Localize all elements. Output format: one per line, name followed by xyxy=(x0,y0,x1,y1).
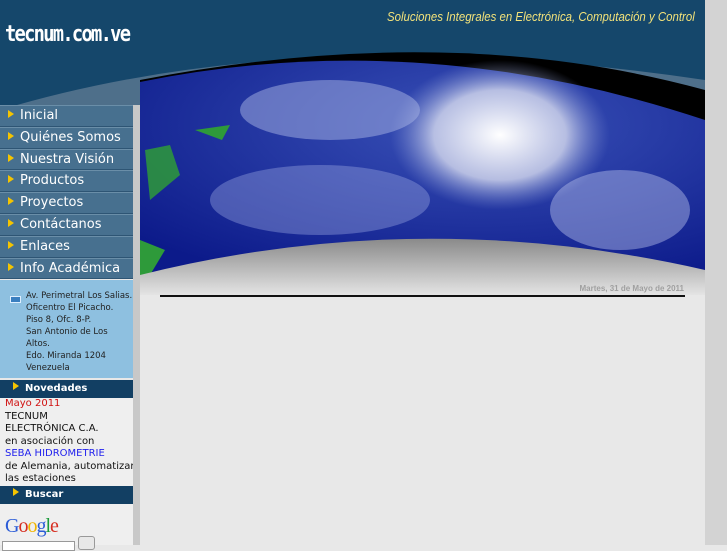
buscar-header: Buscar xyxy=(0,486,133,504)
arrow-right-icon xyxy=(13,382,19,390)
search-input[interactable] xyxy=(2,541,75,551)
address-line: Edo. Miranda 1204 xyxy=(26,351,106,361)
menu-item-quienes-somos[interactable]: Quiénes Somos xyxy=(0,126,133,149)
menu-item-contactanos[interactable]: Contáctanos xyxy=(0,213,133,236)
address-line: Oficentro El Picacho. xyxy=(26,303,114,313)
google-logo: Google xyxy=(5,515,59,537)
news-line: de Alemania, automatizan xyxy=(5,460,133,472)
news-line: ELECTRÓNICA C.A. xyxy=(5,423,99,434)
arrow-right-icon xyxy=(8,131,14,140)
menu-label: Contáctanos xyxy=(20,216,102,232)
arrow-right-icon xyxy=(13,488,19,496)
novedades-title: Novedades xyxy=(25,383,88,394)
novedades-header: Novedades xyxy=(0,380,133,398)
menu-item-inicial[interactable]: Inicial xyxy=(0,105,133,127)
news-line: en asociación con xyxy=(5,435,95,447)
news-line: las estaciones xyxy=(5,473,76,484)
news-date: Mayo 2011 xyxy=(5,398,61,409)
current-date: Martes, 31 de Mayo de 2011 xyxy=(579,284,685,293)
arrow-right-icon xyxy=(8,110,14,118)
news-ticker: Mayo 2011 TECNUM ELECTRÓNICA C.A. en aso… xyxy=(0,398,133,486)
news-line: TECNUM xyxy=(5,410,48,422)
search-box: Google xyxy=(0,504,133,551)
search-button[interactable] xyxy=(78,536,95,550)
news-link[interactable]: SEBA HIDROMETRIE xyxy=(5,448,128,461)
menu-label: Proyectos xyxy=(20,195,84,211)
menu-label: Enlaces xyxy=(20,238,70,254)
address-line: San Antonio de Los Altos. xyxy=(26,327,108,349)
arrow-right-icon xyxy=(8,218,14,227)
mail-icon[interactable] xyxy=(10,296,21,303)
address-box: Av. Perimetral Los Salias. Oficentro El … xyxy=(0,280,133,378)
menu-item-enlaces[interactable]: Enlaces xyxy=(0,235,133,258)
arrow-right-icon xyxy=(8,240,14,249)
menu-label: Productos xyxy=(20,173,85,189)
main-menu: Inicial Quiénes Somos Nuestra Visión Pro… xyxy=(0,105,133,280)
menu-item-nuestra-vision[interactable]: Nuestra Visión xyxy=(0,148,133,171)
menu-item-info-academica[interactable]: Info Académica xyxy=(0,257,133,280)
arrow-right-icon xyxy=(8,262,14,271)
tagline: Soluciones Integrales en Electrónica, Co… xyxy=(387,9,695,24)
menu-label: Nuestra Visión xyxy=(20,151,115,167)
menu-label: Quiénes Somos xyxy=(20,129,121,145)
arrow-right-icon xyxy=(8,175,14,184)
address-line: Piso 8, Ofc. 8-P. xyxy=(26,315,92,325)
sidebar-divider xyxy=(133,105,140,545)
arrow-right-icon xyxy=(8,153,14,162)
address-line: Av. Perimetral Los Salias. xyxy=(26,291,133,301)
arrow-right-icon xyxy=(8,197,14,206)
buscar-title: Buscar xyxy=(25,489,64,500)
menu-item-productos[interactable]: Productos xyxy=(0,170,133,193)
menu-item-proyectos[interactable]: Proyectos xyxy=(0,192,133,214)
menu-label: Inicial xyxy=(20,108,59,123)
divider-line xyxy=(160,295,685,297)
address-line: Venezuela xyxy=(26,363,70,373)
right-margin xyxy=(705,0,727,545)
menu-label: Info Académica xyxy=(20,260,121,276)
